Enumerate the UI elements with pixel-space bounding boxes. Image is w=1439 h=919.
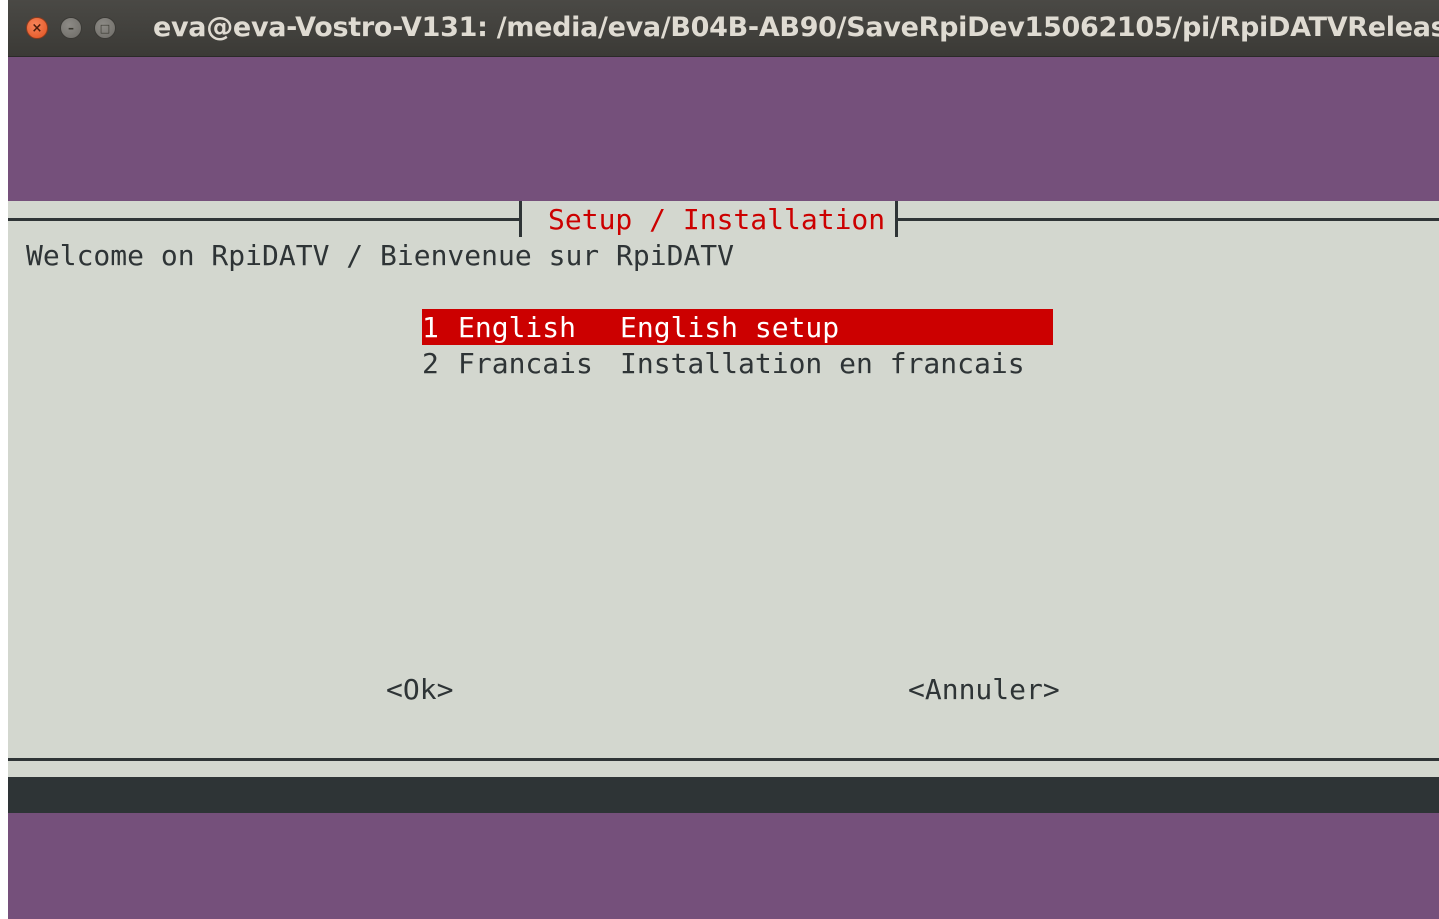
menu-item-description: English setup [620,311,840,344]
dialog-title-box: Setup / Installation [519,201,899,237]
maximize-icon[interactable]: □ [94,17,116,39]
setup-dialog: Setup / Installation Welcome on RpiDATV … [8,201,1439,759]
dialog-message: Welcome on RpiDATV / Bienvenue sur RpiDA… [26,239,735,272]
language-menu: 1 English English setup 2 Francais Insta… [422,309,1053,381]
menu-item-number: 1 [422,311,439,344]
menu-item-francais[interactable]: 2 Francais Installation en francais [422,345,1053,381]
dialog-shadow [8,777,1439,813]
minimize-icon[interactable]: – [60,17,82,39]
dialog-title: Setup / Installation [548,202,886,236]
terminal-window: × – □ eva@eva-Vostro-V131: /media/eva/B0… [8,0,1439,919]
title-bar[interactable]: × – □ eva@eva-Vostro-V131: /media/eva/B0… [8,0,1439,57]
window-title: eva@eva-Vostro-V131: /media/eva/B04B-AB9… [153,12,1439,43]
dialog-bottom-padding [8,761,1439,777]
close-icon[interactable]: × [26,17,48,39]
cancel-button[interactable]: <Annuler> [908,673,1060,706]
ok-button[interactable]: <Ok> [386,673,453,706]
menu-item-key: English [458,311,577,344]
menu-item-number: 2 [422,347,439,380]
menu-item-description: Installation en francais [620,347,1025,380]
menu-item-english[interactable]: 1 English English setup [422,309,1053,345]
menu-item-key: Francais [458,347,593,380]
